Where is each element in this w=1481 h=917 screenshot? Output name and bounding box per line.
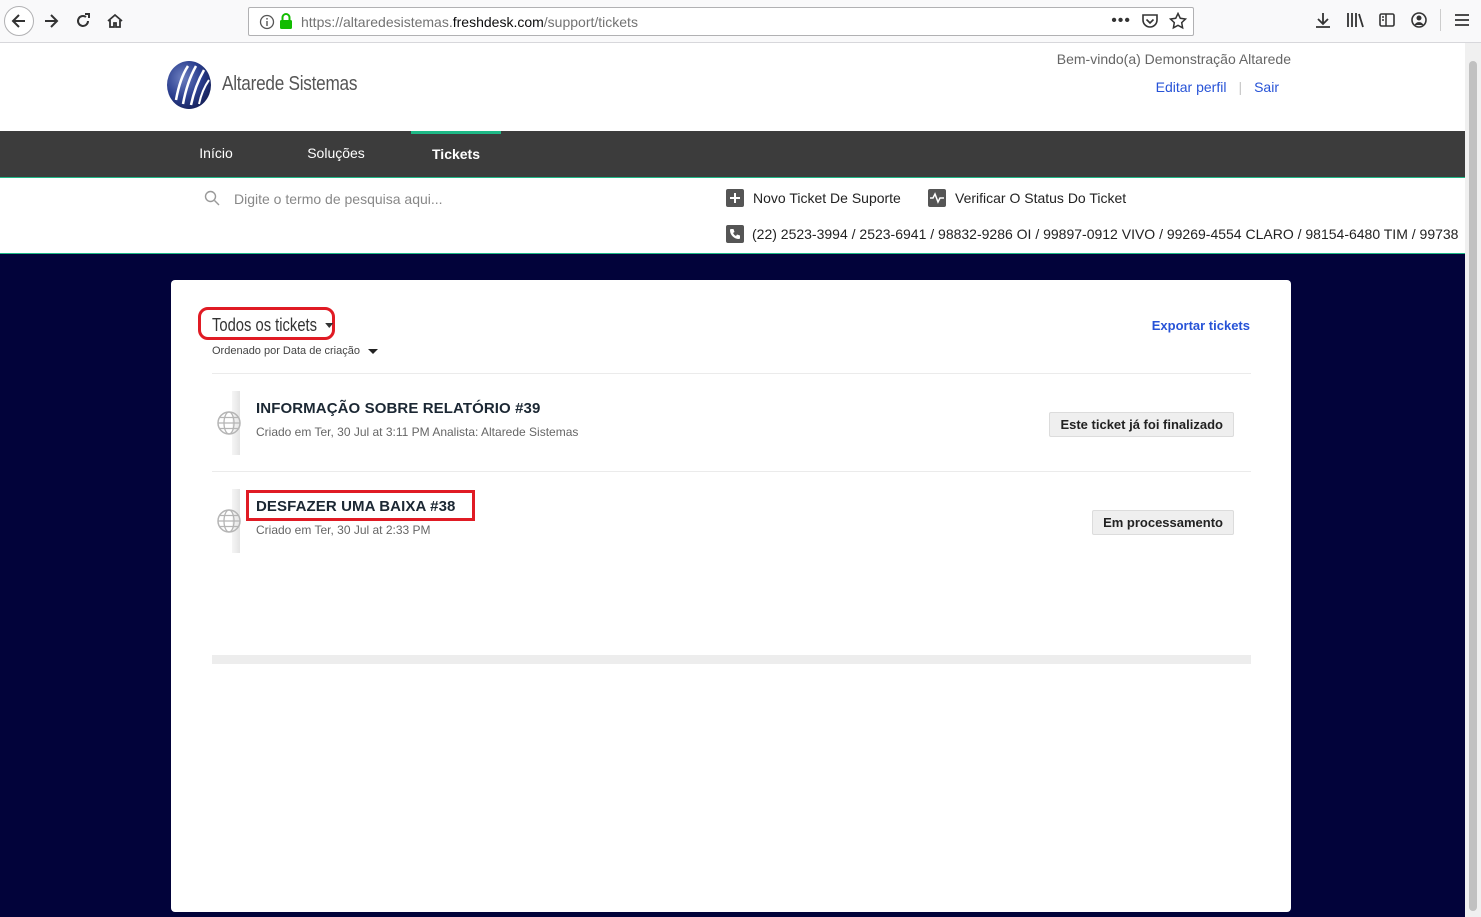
welcome-message: Bem-vindo(a) Demonstração Altarede	[1056, 51, 1291, 67]
check-status-link[interactable]: Verificar O Status Do Ticket	[928, 189, 1126, 207]
tickets-panel: Todos os tickets Ordenado por Data de cr…	[171, 280, 1291, 912]
new-ticket-link[interactable]: Novo Ticket De Suporte	[726, 189, 901, 207]
bookmark-star-icon[interactable]	[1169, 12, 1187, 30]
browser-toolbar: https://altaredesistemas.freshdesk.com/s…	[0, 0, 1481, 43]
arrow-left-icon	[11, 14, 25, 28]
more-actions-icon[interactable]: •••	[1111, 12, 1131, 30]
arrow-right-icon	[45, 14, 59, 28]
edit-profile-link[interactable]: Editar perfil	[1156, 79, 1227, 95]
tickets-filter-text: Todos os tickets	[212, 315, 318, 335]
ticket-row[interactable]: DESFAZER UMA BAIXA #38 Criado em Ter, 30…	[212, 472, 1251, 570]
search-input[interactable]	[234, 188, 674, 210]
back-button[interactable]	[4, 6, 34, 36]
download-icon	[1316, 13, 1330, 28]
sort-text: Ordenado por Data de criação	[212, 345, 360, 357]
nav-tab-solutions[interactable]: Soluções	[290, 131, 382, 177]
hamburger-menu-icon	[1455, 14, 1469, 26]
home-icon	[107, 13, 123, 28]
reload-button[interactable]	[70, 8, 96, 34]
pulse-icon	[928, 189, 946, 207]
library-button[interactable]	[1344, 8, 1366, 32]
url-bar-actions: •••	[1111, 12, 1187, 30]
plus-icon	[726, 189, 744, 207]
ticket-title[interactable]: DESFAZER UMA BAIXA #38	[256, 498, 455, 515]
list-footer-bar	[212, 655, 1251, 664]
status-badge: Em processamento	[1092, 510, 1234, 535]
new-ticket-label: Novo Ticket De Suporte	[753, 190, 901, 206]
toolbar-separator	[1440, 9, 1441, 31]
search-icon	[204, 190, 220, 206]
globe-icon	[217, 509, 241, 533]
nav-tab-home[interactable]: Início	[178, 131, 254, 177]
forward-button[interactable]	[38, 8, 64, 34]
url-text[interactable]: https://altaredesistemas.freshdesk.com/s…	[301, 14, 638, 30]
ticket-meta: Criado em Ter, 30 Jul at 2:33 PM	[256, 523, 431, 537]
search-box	[204, 188, 684, 212]
lock-icon[interactable]	[279, 13, 293, 30]
pocket-icon[interactable]	[1141, 12, 1159, 30]
tickets-filter-dropdown[interactable]: Todos os tickets	[198, 307, 335, 340]
page-scrollbar[interactable]	[1465, 43, 1481, 917]
library-icon	[1347, 13, 1364, 28]
company-logo[interactable]	[166, 60, 212, 110]
caret-down-icon	[367, 348, 378, 354]
account-icon	[1411, 12, 1427, 28]
caret-down-icon	[325, 323, 334, 328]
url-bar[interactable]: https://altaredesistemas.freshdesk.com/s…	[248, 7, 1194, 36]
account-button[interactable]	[1408, 8, 1430, 32]
user-links: Editar perfil | Sair	[1156, 79, 1279, 95]
sidebar-icon	[1379, 13, 1395, 27]
phone-numbers: (22) 2523-3994 / 2523-6941 / 98832-9286 …	[726, 225, 1465, 243]
link-separator: |	[1238, 79, 1243, 95]
status-badge: Este ticket já foi finalizado	[1049, 412, 1234, 437]
ticket-meta: Criado em Ter, 30 Jul at 3:11 PM Analist…	[256, 425, 579, 439]
check-status-label: Verificar O Status Do Ticket	[955, 190, 1127, 206]
export-tickets-link[interactable]: Exportar tickets	[1152, 318, 1250, 333]
toolbar-right	[1312, 8, 1473, 32]
main-navigation: Início Soluções Tickets	[0, 131, 1465, 177]
nav-tab-tickets[interactable]: Tickets	[411, 131, 501, 177]
globe-icon	[217, 411, 241, 435]
phone-numbers-text: (22) 2523-3994 / 2523-6941 / 98832-9286 …	[752, 226, 1459, 242]
brand-name[interactable]: Altarede Sistemas	[222, 73, 357, 96]
logout-link[interactable]: Sair	[1254, 79, 1279, 95]
scrollbar-thumb[interactable]	[1469, 61, 1477, 911]
sidebar-button[interactable]	[1376, 8, 1398, 32]
ticket-title[interactable]: INFORMAÇÃO SOBRE RELATÓRIO #39	[256, 400, 540, 417]
info-icon[interactable]	[259, 14, 275, 30]
menu-button[interactable]	[1451, 8, 1473, 32]
home-button[interactable]	[102, 8, 128, 34]
tickets-filter-label: Todos os tickets	[212, 315, 334, 336]
ticket-row[interactable]: INFORMAÇÃO SOBRE RELATÓRIO #39 Criado em…	[212, 374, 1251, 472]
sort-dropdown[interactable]: Ordenado por Data de criação	[212, 345, 378, 357]
downloads-button[interactable]	[1312, 8, 1334, 32]
phone-icon	[726, 225, 744, 243]
reload-icon	[77, 13, 90, 27]
site-header: Altarede Sistemas Bem-vindo(a) Demonstra…	[0, 43, 1465, 131]
search-and-actions-bar: Novo Ticket De Suporte Verificar O Statu…	[0, 177, 1465, 254]
